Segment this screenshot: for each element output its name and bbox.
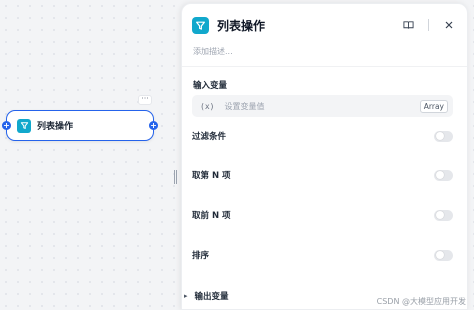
list-operation-node[interactable]: + 列表操作 + [2, 110, 158, 141]
panel-header: 列表操作 [192, 14, 457, 36]
sort-toggle[interactable] [434, 249, 453, 261]
filter-icon [192, 16, 209, 34]
option-label: 取第 N 项 [192, 171, 231, 181]
filter-toggle[interactable] [434, 130, 453, 142]
input-variables-label: 输入变量 [193, 81, 228, 91]
node-title: 列表操作 [37, 122, 74, 132]
node-input-handle[interactable]: + [2, 121, 11, 130]
output-variables-toggle[interactable]: ▸ 输出变量 [184, 290, 229, 302]
option-row-sort: 排序 [192, 248, 453, 262]
header-divider [428, 19, 429, 31]
node-output-handle[interactable]: + [149, 121, 158, 130]
variable-selector[interactable]: (x) 设置变量值 Array [192, 95, 453, 117]
option-label: 取前 N 项 [192, 211, 231, 221]
chevron-right-icon: ▸ [184, 292, 188, 300]
node-more-button[interactable]: ··· [138, 95, 152, 105]
filter-icon [17, 118, 31, 133]
option-label: 过滤条件 [192, 132, 227, 142]
variable-placeholder: 设置变量值 [224, 101, 265, 111]
output-variables-label: 输出变量 [194, 292, 229, 302]
close-icon[interactable] [441, 17, 457, 33]
description-input[interactable]: 添加描述... [193, 46, 233, 57]
option-label: 排序 [192, 251, 210, 261]
type-badge: Array [419, 99, 448, 113]
watermark: CSDN @大模型应用开发 [376, 297, 466, 306]
panel-title: 列表操作 [217, 18, 266, 33]
node-config-panel: 列表操作 添加描述... 输入变量 (x) 设置变量值 Array 过滤条件 取… [181, 3, 468, 310]
nth-item-toggle[interactable] [434, 169, 453, 181]
option-row-nth: 取第 N 项 [192, 168, 453, 182]
option-row-filter: 过滤条件 [192, 129, 453, 143]
panel-resize-handle[interactable] [174, 170, 177, 184]
section-divider [182, 66, 467, 67]
book-icon[interactable] [400, 17, 416, 33]
option-row-first-n: 取前 N 项 [192, 208, 453, 222]
first-n-toggle[interactable] [434, 209, 453, 221]
variable-icon: (x) [200, 101, 215, 111]
